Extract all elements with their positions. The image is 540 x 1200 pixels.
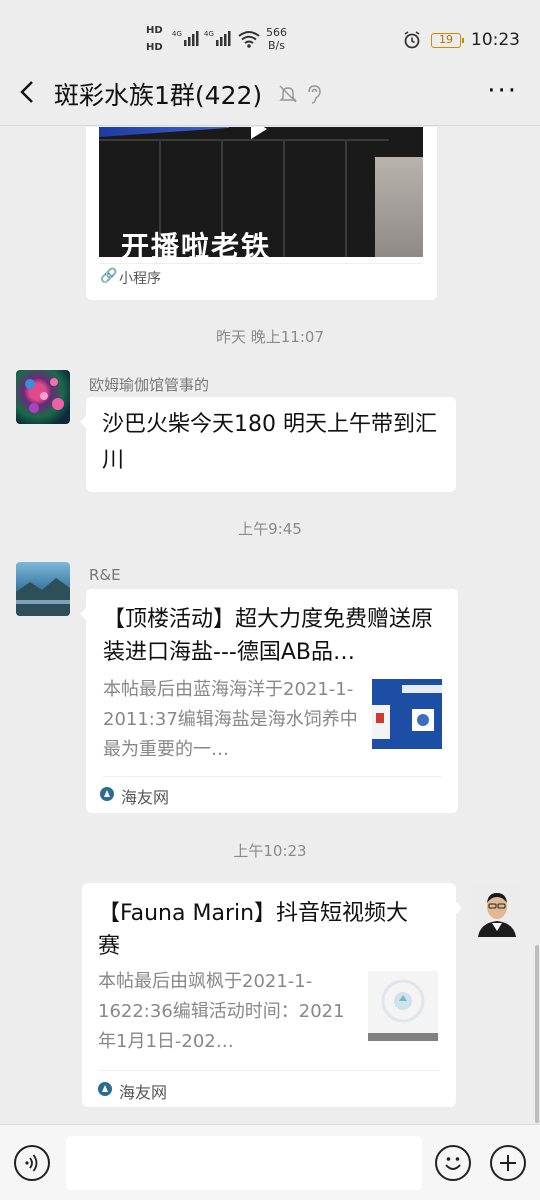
plus-icon[interactable] xyxy=(490,1145,526,1181)
network-speed: 566 B/s xyxy=(266,26,287,52)
thumb-floor xyxy=(375,157,423,257)
thumbnail-image xyxy=(372,679,442,749)
ear-icon xyxy=(308,85,321,104)
avatar[interactable] xyxy=(470,883,524,937)
net-type-2: 4G xyxy=(204,30,214,38)
voice-icon xyxy=(25,1154,38,1172)
timestamp: 昨天 晚上11:07 xyxy=(216,328,324,346)
alarm-icon xyxy=(404,31,420,49)
avatar-landscape-image xyxy=(16,578,70,616)
link-card[interactable]: 【Fauna Marin】抖音短视频大赛 本帖最后由飒枫于2021-1-1622… xyxy=(82,883,462,1107)
site-label: 海友网 xyxy=(119,1083,168,1102)
scrollbar[interactable] xyxy=(535,945,539,1123)
mini-program-icon: 🔗 xyxy=(100,268,118,284)
site-icon xyxy=(100,787,114,801)
chat-header: 斑彩水族1群(422) ··· xyxy=(0,60,540,126)
mini-program-card[interactable]: 开播啦老铁 🔗 小程序 xyxy=(86,127,437,300)
video-caption: 开播啦老铁 xyxy=(121,230,272,257)
avatar[interactable] xyxy=(16,562,70,616)
mute-icon xyxy=(279,85,297,103)
avatar-coral-image xyxy=(25,378,64,413)
message-text: 沙巴火柴今天180 明天上午带到汇川 xyxy=(102,412,437,473)
chat-area[interactable]: 开播啦老铁 🔗 小程序 昨天 晚上11:07 欧姆瑜伽馆管事的 沙巴火柴今天18… xyxy=(0,127,540,1124)
emoji-button[interactable] xyxy=(435,1145,471,1181)
more-icon[interactable]: ··· xyxy=(487,78,518,104)
divider xyxy=(98,1070,440,1071)
battery-icon: 19 xyxy=(431,32,464,48)
speed-value: 566 xyxy=(266,26,287,39)
message-input[interactable] xyxy=(66,1136,422,1190)
site-icon xyxy=(98,1082,112,1096)
mini-program-label: 小程序 xyxy=(119,271,161,287)
speed-unit: B/s xyxy=(268,39,285,52)
video-thumbnail[interactable]: 开播啦老铁 xyxy=(99,127,423,257)
sender-name: 欧姆瑜伽馆管事的 xyxy=(89,376,210,394)
hd-badge-1: HD xyxy=(146,25,163,36)
back-icon[interactable] xyxy=(14,78,42,106)
play-icon[interactable] xyxy=(251,127,267,139)
emoji-icon xyxy=(445,1157,461,1170)
link-card[interactable]: 【顶楼活动】超大力度免费赠送原装进口海盐---德国AB品… 本帖最后由蓝海海洋于… xyxy=(80,589,458,813)
timestamp: 上午10:23 xyxy=(233,842,307,860)
divider xyxy=(99,263,423,264)
link-title: 【Fauna Marin】抖音短视频大赛 xyxy=(98,901,409,959)
link-thumbnail xyxy=(372,679,442,749)
thumb-light-panel xyxy=(99,127,229,137)
signal-icon-2: 4G xyxy=(204,30,231,46)
input-bar xyxy=(0,1124,540,1200)
status-right: 19 10:23 xyxy=(403,30,520,50)
clock: 10:23 xyxy=(471,30,520,50)
link-thumbnail xyxy=(368,971,438,1041)
voice-button[interactable] xyxy=(14,1145,50,1181)
link-description: 本帖最后由飒枫于2021-1-1622:36编辑活动时间：2021年1月1日-2… xyxy=(98,971,345,1052)
avatar-person-image xyxy=(470,883,524,937)
thumbnail-image xyxy=(368,971,438,1041)
site-label: 海友网 xyxy=(121,788,170,807)
signal-icon: 4G xyxy=(172,30,199,46)
hd-badge-2: HD xyxy=(146,42,163,53)
link-description: 本帖最后由蓝海海洋于2021-1-2011:37编辑海盐是海水饲养中最为重要的一… xyxy=(103,679,358,760)
link-title: 【顶楼活动】超大力度免费赠送原装进口海盐---德国AB品… xyxy=(103,607,434,665)
timestamp: 上午9:45 xyxy=(238,520,302,538)
chat-title[interactable]: 斑彩水族1群(422) xyxy=(54,76,262,112)
divider xyxy=(103,776,441,777)
sender-name: R&E xyxy=(89,566,121,584)
message-bubble[interactable]: 沙巴火柴今天180 明天上午带到汇川 xyxy=(80,397,456,492)
net-type-1: 4G xyxy=(172,30,182,38)
wifi-icon xyxy=(238,31,260,48)
avatar[interactable] xyxy=(16,370,70,424)
